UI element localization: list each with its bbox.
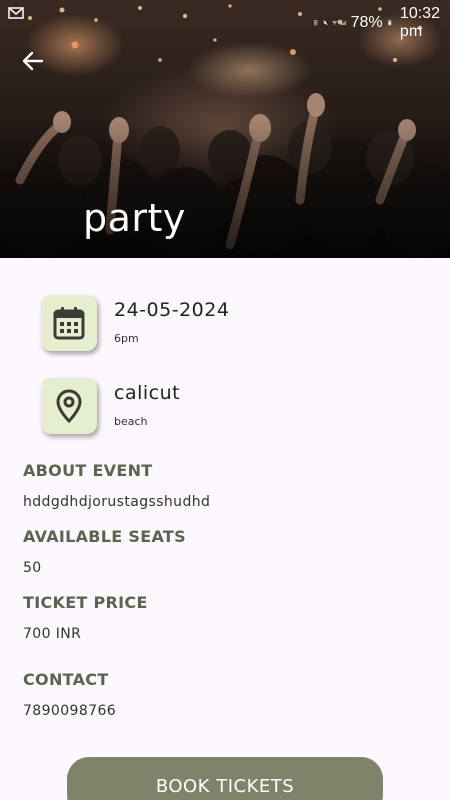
back-arrow-icon	[22, 51, 44, 71]
calendar-tile	[41, 295, 97, 351]
battery-icon	[387, 20, 391, 26]
event-date: 24-05-2024	[114, 299, 230, 321]
available-seats-heading: AVAILABLE SEATS	[23, 527, 186, 546]
book-tickets-button[interactable]: BOOK TICKETS	[67, 757, 383, 800]
ticket-price-value: 700 INR	[23, 626, 82, 642]
mute-icon	[322, 20, 328, 26]
event-date-row: 24-05-2024 6pm	[41, 295, 421, 353]
event-location-row: calicut beach	[41, 378, 421, 436]
ticket-price-heading: TICKET PRICE	[23, 593, 148, 612]
event-venue: beach	[114, 415, 148, 428]
contact-value: 7890098766	[23, 703, 117, 719]
available-seats-value: 50	[23, 560, 42, 576]
event-location: calicut	[114, 382, 181, 404]
back-button[interactable]	[18, 46, 48, 76]
signal-icon	[341, 20, 347, 26]
about-event-value: hddgdhdjorustagsshudhd	[23, 494, 211, 510]
status-bar: 78% 10:32 pm	[0, 0, 450, 40]
battery-saver-icon	[314, 20, 318, 26]
mail-icon	[8, 7, 24, 19]
battery-percent: 78%	[350, 14, 383, 31]
contact-heading: CONTACT	[23, 670, 109, 689]
location-tile	[41, 378, 97, 434]
location-pin-icon	[56, 389, 82, 423]
calendar-icon	[53, 307, 85, 340]
about-event-heading: ABOUT EVENT	[23, 461, 153, 480]
wifi-icon	[332, 21, 338, 26]
event-time: 6pm	[114, 332, 139, 345]
event-title: party	[83, 196, 186, 240]
status-time: 10:32 pm	[399, 5, 440, 40]
